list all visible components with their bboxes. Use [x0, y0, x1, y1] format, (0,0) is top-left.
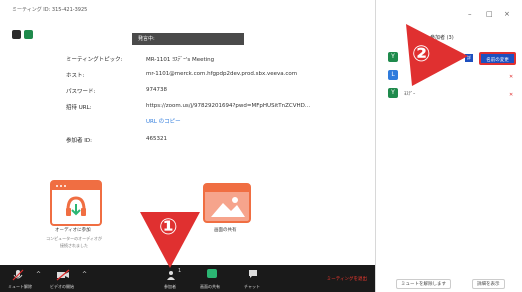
chat-button[interactable]: チャット	[244, 267, 264, 292]
meeting-topic-label: ミーティングトピック:	[66, 57, 123, 63]
close-icon[interactable]: ×	[504, 10, 510, 18]
password-label: パスワード:	[66, 89, 96, 95]
headphones-icon	[66, 196, 86, 216]
chevron-up-icon[interactable]: ^	[36, 271, 41, 278]
more-options-button[interactable]: 詳細を表示	[472, 279, 505, 289]
participant-name: ﾖｽﾃﾞｰ	[404, 92, 416, 97]
share-screen-button[interactable]: 画面の共有	[200, 267, 226, 292]
participant-avatar: Y	[388, 88, 398, 98]
title-bar: ミーティング ID: 315-421-3925	[0, 0, 375, 20]
participant-avatar: L	[388, 70, 398, 80]
share-screen-card[interactable]	[203, 183, 251, 223]
join-audio-label: オーディオに参加	[55, 228, 91, 233]
meeting-window: ミーティング ID: 315-421-3925 発言中: ミーティングトピック:…	[0, 0, 376, 292]
participant-id-label: 参加者 ID:	[66, 138, 92, 144]
host-value: mr-1101@merck.com.hfgpdp2dev.prod.sbx.ve…	[146, 71, 298, 77]
picture-icon	[211, 197, 245, 217]
window-title: ミーティング ID: 315-421-3925	[12, 7, 88, 13]
chevron-up-icon[interactable]: ^	[82, 271, 87, 278]
mic-muted-icon: ✕	[509, 74, 514, 80]
speaking-badge: 発言中:	[132, 33, 244, 45]
copy-url-link[interactable]: URL のコピー	[146, 117, 181, 125]
unmute-button[interactable]: ミュート解除	[8, 267, 34, 292]
join-audio-card[interactable]	[50, 180, 102, 226]
unmute-all-button[interactable]: ミュートを解除します	[396, 279, 451, 289]
share-screen-label: 画面の共有	[214, 228, 237, 233]
callout-number-1: ①	[159, 215, 178, 240]
unmute-label: ミュート解除	[8, 284, 32, 289]
participant-avatar: Y	[388, 52, 398, 62]
password-value: 974738	[146, 87, 167, 93]
microphone-muted-icon	[12, 269, 24, 281]
video-camera-off-icon	[56, 269, 70, 281]
start-video-button[interactable]: ビデオの開始	[50, 267, 80, 292]
security-shield-icon[interactable]	[24, 30, 33, 39]
host-label: ホスト:	[66, 73, 85, 79]
participant-id-value: 465321	[146, 136, 167, 142]
video-off-icon: ✕	[509, 92, 514, 98]
chat-label: チャット	[244, 284, 260, 289]
rename-button[interactable]: 名前の変更	[479, 52, 516, 65]
info-icon[interactable]	[12, 30, 21, 39]
maximize-icon[interactable]: □	[486, 10, 493, 18]
chat-icon	[249, 270, 257, 278]
share-screen-toolbar-label: 画面の共有	[200, 284, 220, 289]
participants-button[interactable]: 1 参加者	[164, 267, 188, 292]
meeting-topic-value: MR-1101 ﾖｽﾃﾞｰ's Meeting	[146, 57, 215, 63]
participant-row[interactable]: Y ﾖｽﾃﾞｰ	[388, 88, 510, 102]
minimize-icon[interactable]: –	[468, 10, 472, 18]
callout-number-2: ②	[412, 42, 431, 67]
leave-meeting-button[interactable]: ミーティングを退出	[327, 276, 367, 282]
participants-label: 参加者	[164, 284, 176, 289]
invite-url-label: 招待 URL:	[66, 105, 92, 111]
start-video-label: ビデオの開始	[50, 284, 74, 289]
audio-connected-line1: コンピューターのオーディオが	[46, 236, 102, 241]
audio-connected-line2: 接続されました	[60, 243, 88, 248]
share-screen-icon	[207, 269, 217, 278]
invite-url-value: https://zoom.us/j/97829201694?pwd=MFpHUS…	[146, 103, 311, 109]
